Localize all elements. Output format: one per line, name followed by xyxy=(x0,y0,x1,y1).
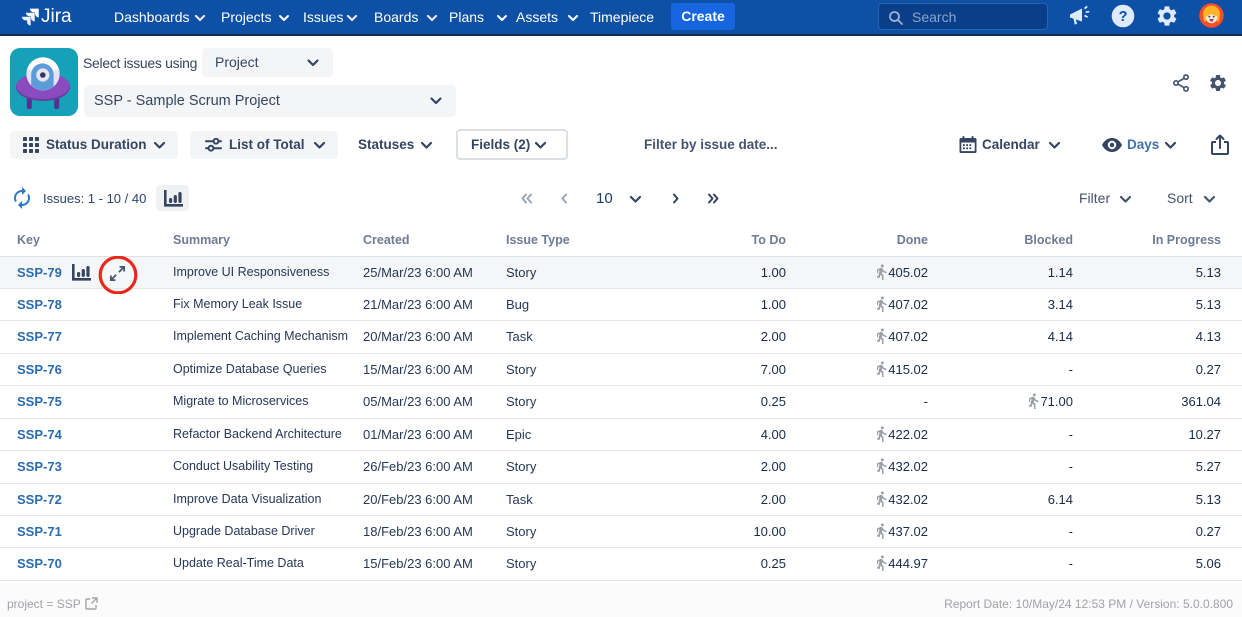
svg-text:?: ? xyxy=(1119,9,1128,25)
